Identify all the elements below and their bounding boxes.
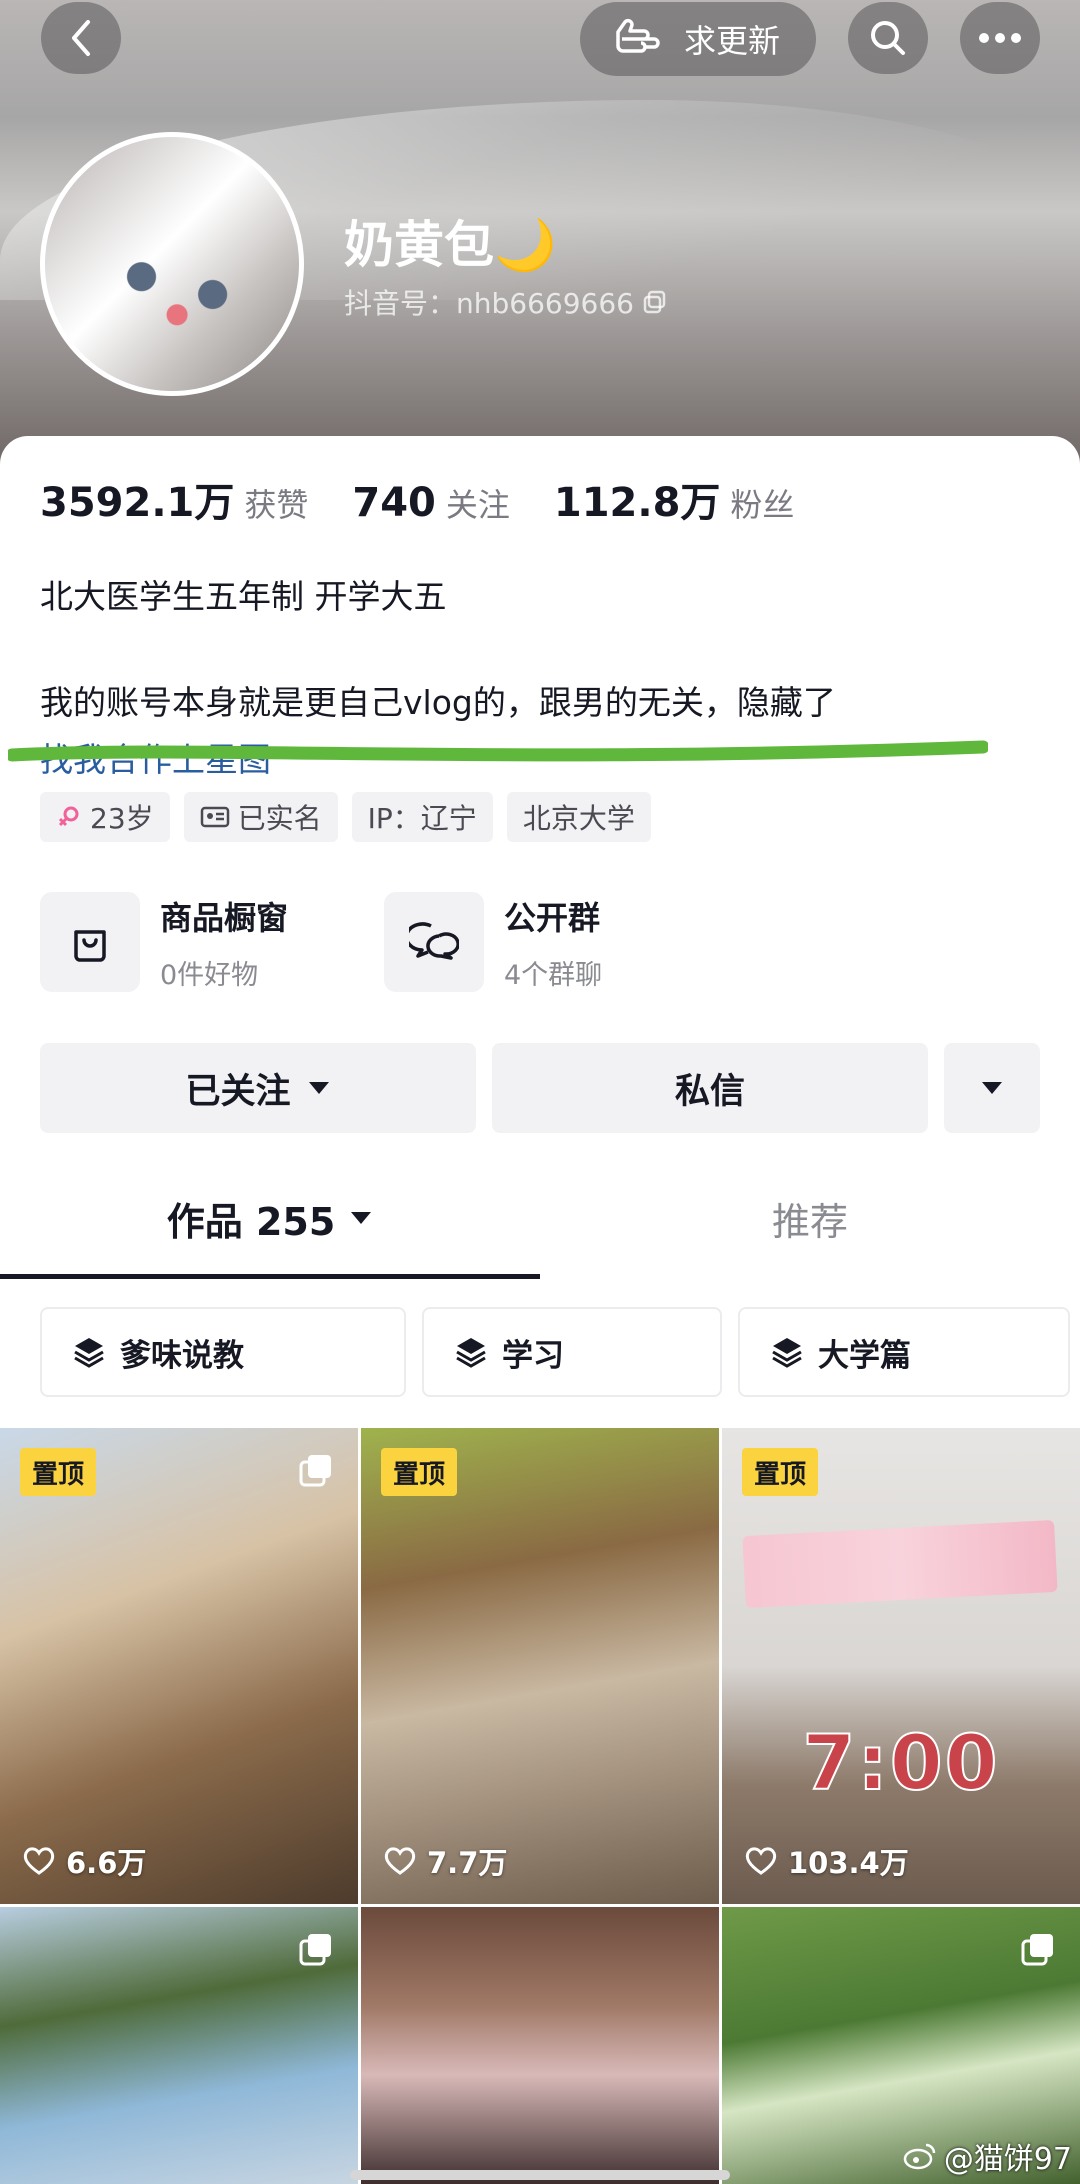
message-label: 私信 xyxy=(674,1071,745,1112)
tag-verified: 已实名 xyxy=(183,792,338,842)
post-thumbnail[interactable]: 置顶 6.6万 xyxy=(0,1428,358,1904)
following-count[interactable]: 740 xyxy=(352,480,436,526)
watermark: @猫饼97 xyxy=(902,2134,1072,2178)
search-icon xyxy=(871,21,905,55)
tag-age: 23岁 xyxy=(40,792,170,842)
pinned-badge: 置顶 xyxy=(742,1448,819,1496)
tag-ip-label: IP：辽宁 xyxy=(367,802,477,835)
post-likes: 6.6万 xyxy=(22,1840,146,1882)
request-update-label: 求更新 xyxy=(683,22,780,60)
bio-line-1: 北大医学生五年制 开学大五 xyxy=(40,577,447,616)
active-tab-indicator xyxy=(0,1274,540,1279)
posts-grid: 置顶 6.6万 置顶 7.7万 置顶 7:00 103.4万 xyxy=(0,1428,1080,2184)
avatar[interactable] xyxy=(40,132,304,396)
tab-works-label: 作品 255 xyxy=(166,1199,336,1244)
watermark-text: @猫饼97 xyxy=(943,2142,1072,2177)
caret-down-icon xyxy=(308,1082,329,1094)
post-thumbnail[interactable]: 置顶 7:00 103.4万 xyxy=(722,1428,1080,1904)
layers-icon xyxy=(74,1338,104,1368)
tag-verified-label: 已实名 xyxy=(237,802,322,835)
pink-brush-stroke xyxy=(742,1519,1058,1609)
filter-collection-1[interactable]: 爹味说教 xyxy=(40,1307,406,1397)
public-group-entry[interactable]: 公开群 4个群聊 xyxy=(384,892,602,992)
more-actions-button[interactable] xyxy=(944,1043,1040,1133)
search-button[interactable] xyxy=(848,2,928,74)
request-update-button[interactable]: 求更新 xyxy=(580,2,816,76)
post-likes-count: 7.7万 xyxy=(427,1846,508,1880)
tab-recommend-label: 推荐 xyxy=(771,1199,848,1244)
post-likes: 103.4万 xyxy=(744,1840,909,1882)
pointing-hand-icon xyxy=(616,18,660,53)
bio-line-2: 我的账号本身就是更自己vlog的，跟男的无关，隐藏了 xyxy=(40,683,836,722)
post-likes-count: 6.6万 xyxy=(66,1846,147,1880)
followed-button[interactable]: 已关注 xyxy=(40,1043,476,1133)
message-button[interactable]: 私信 xyxy=(492,1043,928,1133)
post-likes: 7.7万 xyxy=(383,1840,507,1882)
weibo-icon xyxy=(903,2143,936,2170)
time-overlay-text: 7:00 xyxy=(801,1717,1000,1808)
caret-down-icon xyxy=(982,1082,1002,1094)
shop-window-title: 商品橱窗 xyxy=(160,898,289,937)
collection-filters: 爹味说教 学习 大学篇 xyxy=(40,1307,1070,1397)
more-dots-icon xyxy=(979,33,1021,43)
heart-icon xyxy=(745,1847,777,1875)
chat-bubbles-icon xyxy=(384,892,484,992)
tab-works[interactable]: 作品 255 xyxy=(0,1160,540,1276)
tab-recommend[interactable]: 推荐 xyxy=(540,1160,1080,1276)
profile-tags: 23岁 已实名 IP：辽宁 北京大学 xyxy=(40,792,651,842)
multi-image-icon xyxy=(299,1934,331,1966)
public-group-sub: 4个群聊 xyxy=(504,959,603,991)
tag-school-label: 北京大学 xyxy=(522,802,635,835)
douyin-id[interactable]: 抖音号：nhb6669666 xyxy=(344,282,668,322)
filter-collection-3[interactable]: 大学篇 xyxy=(738,1307,1070,1397)
tag-school[interactable]: 北京大学 xyxy=(506,792,651,842)
shop-window-entry[interactable]: 商品橱窗 0件好物 xyxy=(40,892,288,992)
multi-image-icon xyxy=(1021,1934,1053,1966)
caret-down-icon xyxy=(351,1212,372,1224)
layers-icon xyxy=(456,1338,486,1368)
followed-label: 已关注 xyxy=(185,1071,291,1112)
copy-icon[interactable] xyxy=(642,289,668,315)
multi-image-icon xyxy=(299,1455,331,1487)
green-highlight-stroke xyxy=(8,740,988,762)
tag-ip: IP：辽宁 xyxy=(351,792,493,842)
pinned-badge: 置顶 xyxy=(20,1448,97,1496)
douyin-id-text: 抖音号：nhb6669666 xyxy=(344,287,634,320)
home-indicator xyxy=(350,2170,730,2180)
followers-label[interactable]: 粉丝 xyxy=(730,480,794,526)
back-arrow-icon xyxy=(72,20,90,56)
followers-count[interactable]: 112.8万 xyxy=(554,470,721,528)
profile-stats: 3592.1万 获赞 740 关注 112.8万 粉丝 xyxy=(40,470,838,528)
tag-age-label: 23岁 xyxy=(90,802,154,835)
heart-icon xyxy=(23,1847,55,1875)
id-card-icon xyxy=(200,806,229,828)
following-label[interactable]: 关注 xyxy=(446,480,510,526)
post-thumbnail[interactable] xyxy=(361,1907,719,2184)
likes-count: 3592.1万 xyxy=(40,480,235,526)
female-icon xyxy=(58,806,79,827)
content-tabs: 作品 255 推荐 xyxy=(0,1160,1080,1280)
post-likes-count: 103.4万 xyxy=(788,1846,909,1880)
post-thumbnail[interactable] xyxy=(0,1907,358,2184)
profile-name: 奶黄包🌙 xyxy=(344,216,557,274)
filter-collection-1-label: 爹味说教 xyxy=(120,1337,244,1374)
back-button[interactable] xyxy=(41,2,121,74)
shop-window-sub: 0件好物 xyxy=(160,959,259,991)
layers-icon xyxy=(772,1338,802,1368)
shopping-bag-icon xyxy=(40,892,140,992)
more-button[interactable] xyxy=(960,2,1040,74)
heart-icon xyxy=(384,1847,416,1875)
post-thumbnail[interactable]: 置顶 7.7万 xyxy=(361,1428,719,1904)
filter-collection-2-label: 学习 xyxy=(502,1337,564,1374)
pinned-badge: 置顶 xyxy=(381,1448,458,1496)
filter-collection-3-label: 大学篇 xyxy=(818,1337,911,1374)
filter-collection-2[interactable]: 学习 xyxy=(422,1307,722,1397)
likes-label: 获赞 xyxy=(244,486,309,524)
public-group-title: 公开群 xyxy=(504,898,601,937)
